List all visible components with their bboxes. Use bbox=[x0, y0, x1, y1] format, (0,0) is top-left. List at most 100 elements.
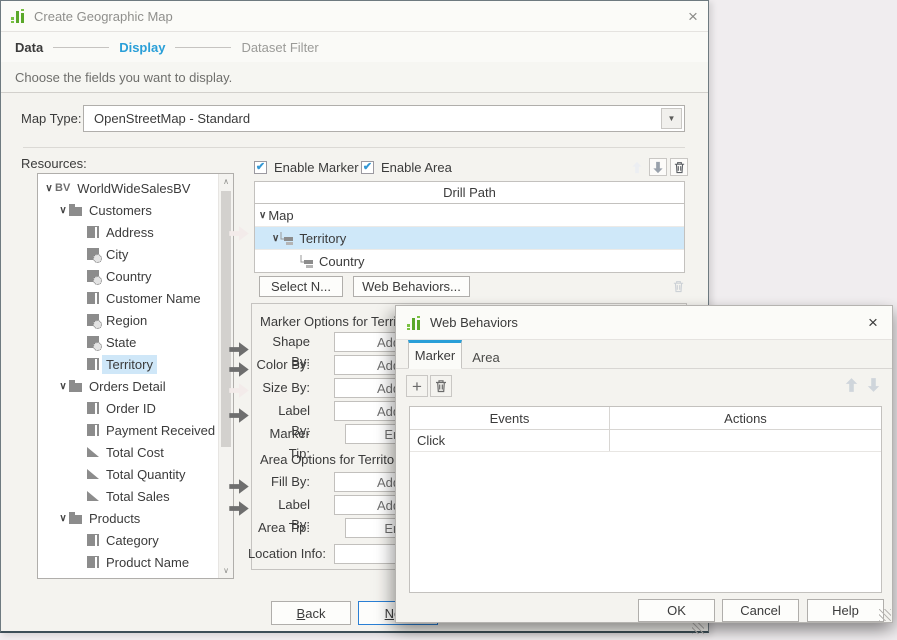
tree-item-order-id[interactable]: Order ID bbox=[38, 397, 218, 419]
drill-row-map[interactable]: ∨ Map bbox=[255, 204, 684, 227]
tree-item-total-cost[interactable]: Total Cost bbox=[38, 441, 218, 463]
folder-icon bbox=[69, 383, 82, 392]
chevron-down-icon[interactable]: ∨ bbox=[43, 183, 55, 194]
location-info-label: Location Info: bbox=[238, 544, 326, 564]
folder-icon bbox=[69, 207, 82, 216]
delete-event-button[interactable] bbox=[430, 375, 452, 397]
enable-marker-checkbox[interactable]: Enable Marker bbox=[254, 160, 359, 175]
separator bbox=[23, 147, 685, 148]
color-by-label: Color By: bbox=[256, 355, 310, 375]
tree-item-region[interactable]: Region bbox=[38, 309, 218, 331]
cancel-button[interactable]: Cancel bbox=[722, 599, 799, 622]
business-view-icon: BV bbox=[55, 182, 70, 194]
tree-item-product-name[interactable]: Product Name bbox=[38, 551, 218, 573]
measure-field-icon bbox=[87, 491, 99, 501]
enable-area-checkbox[interactable]: Enable Area bbox=[361, 160, 452, 175]
tree-item-total-sales[interactable]: Total Sales bbox=[38, 485, 218, 507]
trash-icon[interactable] bbox=[670, 158, 688, 176]
resources-tree: ∨ BV WorldWideSalesBV ∨ Customers Addres… bbox=[37, 173, 234, 579]
move-down-icon[interactable] bbox=[649, 158, 667, 176]
chevron-down-icon[interactable]: ∨ bbox=[57, 381, 69, 392]
trash-icon-disabled bbox=[669, 277, 687, 295]
web-behaviors-close-icon[interactable]: × bbox=[858, 314, 888, 331]
checkbox-checked-icon[interactable] bbox=[361, 161, 374, 174]
select-n-button[interactable]: Select N... bbox=[259, 276, 343, 297]
tree-item-orders-detail[interactable]: ∨ Orders Detail bbox=[38, 375, 218, 397]
events-actions-table: Events Actions Click bbox=[409, 406, 882, 593]
map-type-label: Map Type: bbox=[21, 111, 81, 126]
resize-grip[interactable] bbox=[879, 609, 891, 621]
geographic-field-icon bbox=[87, 248, 99, 260]
app-logo-icon bbox=[406, 315, 422, 331]
tree-item-country[interactable]: Country bbox=[38, 265, 218, 287]
event-cell[interactable]: Click bbox=[410, 430, 610, 451]
tree-item-total-quantity[interactable]: Total Quantity bbox=[38, 463, 218, 485]
step-dataset-filter[interactable]: Dataset Filter bbox=[241, 40, 318, 55]
map-type-combobox[interactable]: OpenStreetMap - Standard ▼ bbox=[83, 105, 685, 132]
tree-item-customers[interactable]: ∨ Customers bbox=[38, 199, 218, 221]
dimension-field-icon bbox=[87, 556, 99, 568]
geographic-field-icon bbox=[87, 314, 99, 326]
step-display[interactable]: Display bbox=[119, 40, 165, 55]
web-behaviors-button[interactable]: Web Behaviors... bbox=[353, 276, 470, 297]
dimension-field-icon bbox=[87, 292, 99, 304]
wizard-steps: Data Display Dataset Filter bbox=[1, 32, 708, 62]
help-button[interactable]: Help bbox=[807, 599, 884, 622]
resize-grip[interactable] bbox=[692, 622, 704, 634]
tab-area[interactable]: Area bbox=[462, 345, 510, 369]
checkbox-checked-icon[interactable] bbox=[254, 161, 267, 174]
transfer-right-icon-disabled bbox=[228, 225, 250, 242]
tree-item-customer-name[interactable]: Customer Name bbox=[38, 287, 218, 309]
drill-level-icon bbox=[279, 232, 294, 245]
transfer-right-icon-disabled bbox=[228, 382, 250, 399]
tree-item-products[interactable]: ∨ Products bbox=[38, 507, 218, 529]
area-tip-label: Area Tip: bbox=[248, 518, 310, 538]
tree-item-worldwidesalesbv[interactable]: ∨ BV WorldWideSalesBV bbox=[38, 177, 218, 199]
add-event-button[interactable]: + bbox=[406, 375, 428, 397]
transfer-right-icon[interactable] bbox=[228, 500, 250, 517]
dimension-field-icon bbox=[87, 358, 99, 370]
dimension-field-icon bbox=[87, 424, 99, 436]
table-row-click[interactable]: Click bbox=[410, 430, 881, 452]
main-close-icon[interactable]: × bbox=[678, 8, 708, 25]
chevron-down-icon[interactable]: ∨ bbox=[57, 513, 69, 524]
action-cell[interactable] bbox=[610, 430, 881, 451]
chevron-down-icon[interactable]: ∨ bbox=[272, 233, 279, 244]
folder-icon bbox=[69, 515, 82, 524]
move-up-icon-disabled bbox=[844, 377, 859, 396]
chevron-down-icon[interactable]: ∨ bbox=[57, 205, 69, 216]
tab-marker[interactable]: Marker bbox=[408, 340, 462, 369]
area-options-title: Area Options for Territory bbox=[260, 452, 405, 467]
tree-item-category[interactable]: Category bbox=[38, 529, 218, 551]
scroll-down-icon[interactable]: ∨ bbox=[219, 566, 233, 575]
drill-row-territory[interactable]: ∨ Territory bbox=[255, 227, 684, 250]
transfer-right-icon[interactable] bbox=[228, 407, 250, 424]
tree-item-city[interactable]: City bbox=[38, 243, 218, 265]
transfer-right-icon[interactable] bbox=[228, 361, 250, 378]
back-button[interactable]: Back bbox=[271, 601, 351, 625]
geographic-field-icon bbox=[87, 336, 99, 348]
drill-level-icon bbox=[299, 255, 314, 268]
scroll-up-icon[interactable]: ∧ bbox=[219, 177, 233, 186]
web-behaviors-dialog: Web Behaviors × Marker Area + Events Act… bbox=[395, 305, 893, 623]
measure-field-icon bbox=[87, 447, 99, 457]
drill-path-header: Drill Path bbox=[255, 182, 684, 204]
actions-column-header: Actions bbox=[610, 407, 881, 429]
step-data[interactable]: Data bbox=[15, 40, 43, 55]
tree-item-territory[interactable]: Territory bbox=[38, 353, 218, 375]
main-title-bar: Create Geographic Map × bbox=[1, 1, 708, 32]
drill-row-country[interactable]: Country bbox=[255, 250, 684, 273]
step-connector bbox=[175, 47, 231, 48]
ok-button[interactable]: OK bbox=[638, 599, 715, 622]
transfer-right-icon[interactable] bbox=[228, 478, 250, 495]
transfer-right-icon[interactable] bbox=[228, 341, 250, 358]
resources-label: Resources: bbox=[21, 156, 87, 171]
chevron-down-icon[interactable]: ▼ bbox=[661, 108, 682, 129]
table-header-row: Events Actions bbox=[410, 407, 881, 430]
web-behaviors-tabs: Marker Area bbox=[396, 340, 892, 369]
chevron-down-icon[interactable]: ∨ bbox=[259, 210, 266, 221]
tree-item-state[interactable]: State bbox=[38, 331, 218, 353]
tree-item-payment-received[interactable]: Payment Received bbox=[38, 419, 218, 441]
tree-item-address[interactable]: Address bbox=[38, 221, 218, 243]
dimension-field-icon bbox=[87, 402, 99, 414]
